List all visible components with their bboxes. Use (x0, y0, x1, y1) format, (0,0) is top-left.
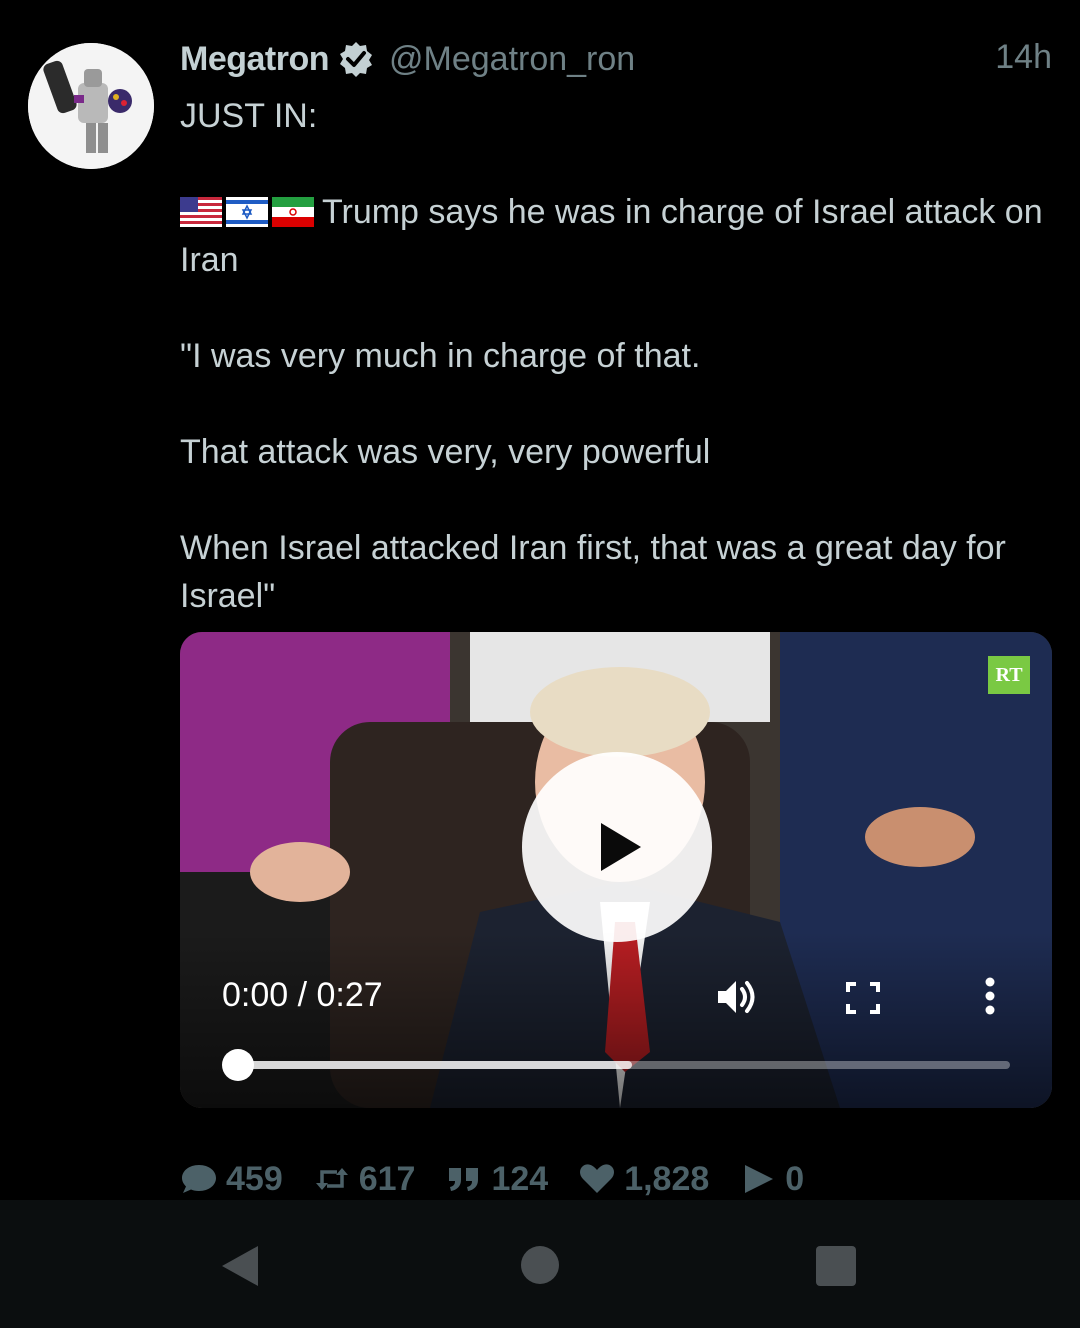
reply-action[interactable]: 459 (180, 1160, 283, 1199)
reply-count: 459 (226, 1159, 283, 1198)
display-name[interactable]: Megatron (180, 40, 330, 79)
us-flag-icon (180, 197, 222, 227)
text-line-quote-3: When Israel attacked Iran first, that wa… (180, 529, 1006, 615)
text-line-quote-1: "I was very much in charge of that. (180, 337, 701, 375)
more-options-icon[interactable] (980, 976, 1000, 1016)
play-icon (601, 823, 641, 871)
quote-icon (449, 1168, 479, 1191)
home-button[interactable] (521, 1246, 559, 1284)
avatar[interactable] (28, 43, 154, 169)
like-action[interactable]: 1,828 (578, 1160, 709, 1199)
text-line-just-in: JUST IN: (180, 97, 318, 135)
buffered-progress (238, 1061, 632, 1069)
quote-action[interactable]: 124 (445, 1160, 548, 1199)
progress-scrubber[interactable] (222, 1049, 254, 1081)
retweet-count: 617 (358, 1159, 416, 1198)
rt-logo: RT (988, 656, 1030, 694)
video-time: 0:00 / 0:27 (222, 976, 383, 1014)
timestamp: 14h (995, 38, 1052, 76)
play-button[interactable] (522, 752, 712, 942)
retweet-action[interactable]: 617 (313, 1159, 416, 1199)
recent-apps-button[interactable] (816, 1246, 856, 1286)
back-icon[interactable] (220, 1244, 260, 1288)
tweet[interactable]: Megatron @Megatron_ron 14h JUST IN: Trum… (0, 0, 1080, 1200)
megatron-avatar-image (28, 43, 154, 169)
volume-icon[interactable] (716, 977, 760, 1017)
iran-flag-icon (272, 197, 314, 227)
text-line-quote-2: That attack was very, very powerful (180, 433, 711, 471)
flag-emojis (180, 197, 314, 227)
progress-bar[interactable] (238, 1061, 1010, 1069)
handle[interactable]: @Megatron_ron (389, 40, 635, 79)
tweet-actions: 459 617 124 1,828 0 (180, 1156, 834, 1202)
quote-count: 124 (491, 1159, 549, 1198)
verified-badge-icon (340, 42, 372, 77)
tweet-header: Megatron @Megatron_ron 14h (180, 36, 1052, 82)
views-action[interactable]: 0 (739, 1160, 804, 1199)
reply-icon (182, 1165, 216, 1193)
israel-flag-icon (226, 197, 268, 227)
views-count: 0 (785, 1159, 805, 1198)
text-line-headline: Trump says he was in charge of Israel at… (180, 188, 1060, 284)
play-views-icon (745, 1165, 774, 1193)
video-player[interactable]: RT 0:00 / 0:27 (180, 632, 1052, 1108)
fullscreen-icon[interactable] (846, 982, 880, 1014)
retweet-icon (315, 1168, 348, 1190)
heart-icon (580, 1164, 615, 1193)
system-navigation-bar (0, 1200, 1080, 1328)
tweet-text: JUST IN: Trump says he was in charge of … (180, 92, 1060, 620)
like-count: 1,828 (624, 1159, 710, 1198)
